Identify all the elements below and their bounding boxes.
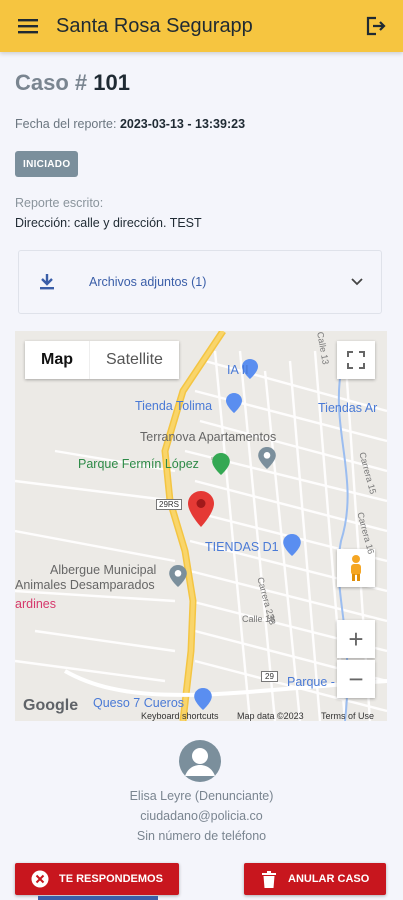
map-label: Tiendas Ar xyxy=(318,401,378,415)
shop-pin-icon xyxy=(283,534,301,556)
app-title: Santa Rosa Segurapp xyxy=(56,14,253,37)
avatar xyxy=(179,740,221,782)
shop-pin-icon xyxy=(226,393,242,413)
download-icon xyxy=(37,272,57,292)
respond-button[interactable]: TE RESPONDEMOS xyxy=(15,863,179,895)
place-pin-icon xyxy=(258,447,276,469)
cancel-case-button[interactable]: ANULAR CASO xyxy=(244,863,386,895)
zoom-in-button[interactable]: + xyxy=(337,620,375,658)
location-marker-icon[interactable] xyxy=(188,491,214,527)
map-data-attribution: Map data ©2023 xyxy=(237,711,304,721)
trash-icon xyxy=(260,870,278,888)
map-label: IA II xyxy=(227,363,249,377)
terms-of-use-link[interactable]: Terms of Use xyxy=(321,711,374,721)
road-shield: 29RS xyxy=(156,499,183,510)
map-type-satellite-button[interactable]: Satellite xyxy=(90,341,179,379)
map-label: Animales Desamparados xyxy=(15,578,155,592)
reporter-phone: Sin número de teléfono xyxy=(136,829,267,843)
plus-icon: + xyxy=(348,623,364,654)
map-label: TIENDAS D1 xyxy=(205,540,279,554)
pegman-icon xyxy=(351,555,361,581)
map-label: Terranova Apartamentos xyxy=(140,430,277,444)
fullscreen-button[interactable] xyxy=(337,341,375,379)
map-label: Parque Fermín López xyxy=(78,457,199,471)
respond-button-label: TE RESPONDEMOS xyxy=(59,873,163,885)
app-bar: Santa Rosa Segurapp xyxy=(0,0,403,52)
shop-pin-icon xyxy=(194,688,212,710)
keyboard-shortcuts-link[interactable]: Keyboard shortcuts xyxy=(141,711,219,721)
map-label: Albergue Municipal xyxy=(50,563,157,577)
map-label: Queso 7 Cueros xyxy=(93,696,185,710)
logout-icon[interactable] xyxy=(361,12,389,40)
park-pin-icon xyxy=(212,453,230,475)
case-title: Caso # 101 xyxy=(15,70,130,96)
bottom-indicator xyxy=(38,896,158,900)
chevron-down-icon xyxy=(351,273,363,291)
minus-icon: − xyxy=(348,663,364,694)
report-date: Fecha del reporte: 2023-03-13 - 13:39:23 xyxy=(15,117,245,131)
report-date-label: Fecha del reporte: xyxy=(15,117,117,131)
person-icon xyxy=(185,748,215,776)
reporter-name: Elisa Leyre (Denunciante) xyxy=(129,789,274,803)
road-shield: 29 xyxy=(261,671,278,682)
status-badge: INICIADO xyxy=(15,151,79,177)
case-number: 101 xyxy=(93,70,130,95)
map-type-control: Map Satellite xyxy=(25,341,179,379)
zoom-out-button[interactable]: − xyxy=(337,660,375,698)
map-label: Tienda Tolima xyxy=(135,399,213,413)
map-type-map-button[interactable]: Map xyxy=(25,341,90,379)
map-label: Parque - xyxy=(287,675,335,689)
case-title-prefix: Caso # xyxy=(15,70,88,95)
google-logo: Google xyxy=(23,697,79,714)
cancel-case-button-label: ANULAR CASO xyxy=(288,873,370,885)
attachments-panel[interactable]: Archivos adjuntos (1) xyxy=(18,250,382,314)
place-pin-icon xyxy=(169,565,187,587)
map-label: ardines xyxy=(15,597,56,611)
written-report-label: Reporte escrito: xyxy=(15,196,104,210)
report-date-value: 2023-03-13 - 13:39:23 xyxy=(119,117,246,131)
attachments-label: Archivos adjuntos (1) xyxy=(89,275,207,289)
fullscreen-icon xyxy=(347,351,365,369)
close-circle-icon xyxy=(31,870,49,888)
written-report-text: Dirección: calle y dirección. TEST xyxy=(15,216,202,230)
street-view-pegman[interactable] xyxy=(337,549,375,587)
menu-icon[interactable] xyxy=(14,12,42,40)
map-view[interactable]: Map Satellite + − IA II Tienda Tolima Ti… xyxy=(15,331,387,721)
reporter-email: ciudadano@policia.co xyxy=(140,809,263,823)
